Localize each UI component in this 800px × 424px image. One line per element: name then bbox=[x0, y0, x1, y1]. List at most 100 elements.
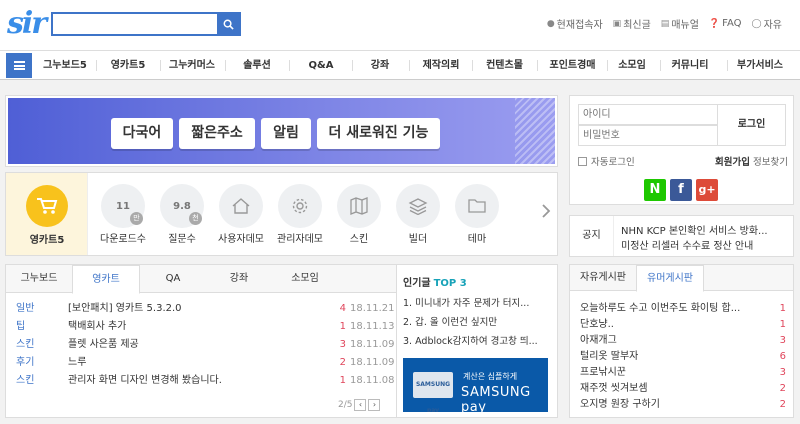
auto-login-checkbox[interactable]: 자동로그인 bbox=[578, 154, 635, 168]
nav-item[interactable]: Q&A bbox=[296, 51, 346, 80]
tab-qa[interactable]: QA bbox=[140, 265, 206, 293]
questions-stat[interactable]: 9.8 천 bbox=[160, 184, 204, 228]
banner-panel: 다국어 짧은주소 알림 더 새로워진 기능 bbox=[5, 95, 558, 167]
nav-item[interactable]: 컨텐츠몰 bbox=[477, 51, 532, 80]
row-count: 1 bbox=[339, 375, 346, 386]
document-icon: ▣ bbox=[612, 18, 622, 29]
item-count: 1 bbox=[779, 319, 786, 330]
tab-group[interactable]: 소모임 bbox=[272, 265, 338, 293]
nav-item[interactable]: 그누커머스 bbox=[165, 51, 219, 80]
nav-item[interactable]: 그누보드5 bbox=[40, 51, 90, 80]
featured-youngcart[interactable]: 영카트5 bbox=[6, 173, 88, 255]
row-date: 18.11.13 bbox=[350, 321, 395, 332]
item-title: 재주껏 씻겨보셈 bbox=[580, 383, 648, 394]
chevron-right-icon[interactable]: › bbox=[368, 399, 381, 411]
table-row[interactable]: 팁 택배회사 추가 1 18.11.13 bbox=[6, 318, 396, 336]
facebook-login-icon[interactable]: f bbox=[670, 179, 692, 201]
nav-divider bbox=[352, 60, 353, 71]
nav-item[interactable]: 솔루션 bbox=[232, 51, 282, 80]
password-input[interactable] bbox=[578, 125, 718, 146]
tab-gnuboard[interactable]: 그누보드 bbox=[6, 265, 72, 293]
site-header: sir ● 현재접속자 ▣ 최신글 ▤ 매뉴얼 ❓ FAQ ◯ 자유 bbox=[0, 0, 800, 50]
nav-item[interactable]: 강좌 bbox=[358, 51, 402, 80]
list-item[interactable]: 아재개그 3 bbox=[580, 333, 786, 349]
popular-item[interactable]: 1. 미니내가 자주 문제가 터지... bbox=[403, 295, 553, 309]
nav-item[interactable]: 커뮤니티 bbox=[665, 51, 715, 80]
popular-item[interactable]: 2. 갑. 올 이런건 싶지만 bbox=[403, 314, 553, 328]
row-category: 일반 bbox=[16, 303, 35, 314]
feature-banner[interactable]: 다국어 짧은주소 알림 더 새로워진 기능 bbox=[8, 98, 555, 164]
stat-unit-badge: 천 bbox=[189, 212, 202, 225]
toplink-latest[interactable]: ▣ 최신글 bbox=[612, 16, 651, 32]
item-count: 1 bbox=[779, 303, 786, 314]
table-row[interactable]: 스킨 관리자 화면 디자인 변경해 봤습니다. 1 18.11.08 bbox=[6, 372, 396, 390]
nav-item[interactable]: 부가서비스 bbox=[733, 51, 787, 80]
google-login-icon[interactable]: g+ bbox=[696, 179, 718, 201]
site-logo[interactable]: sir bbox=[7, 9, 47, 39]
list-item[interactable]: 프로낚시꾼 3 bbox=[580, 365, 786, 381]
naver-login-icon[interactable]: N bbox=[644, 179, 666, 201]
checkbox-box bbox=[578, 156, 587, 166]
top-links: ● 현재접속자 ▣ 최신글 ▤ 매뉴얼 ❓ FAQ ◯ 자유 bbox=[547, 16, 782, 31]
chevron-right-icon[interactable] bbox=[541, 203, 551, 223]
join-link[interactable]: 회원가입 bbox=[715, 154, 750, 168]
toplink-users[interactable]: ● 현재접속자 bbox=[547, 16, 603, 32]
notice-item[interactable]: NHN KCP 본인확인 서비스 방화... bbox=[621, 222, 789, 237]
list-item[interactable]: 오늘하루도 수고 이번주도 화이팅 합... 1 bbox=[580, 301, 786, 317]
popular-item[interactable]: 3. Adblock감지하여 경고창 띄... bbox=[403, 333, 553, 347]
layers-icon bbox=[408, 198, 428, 215]
theme-button[interactable] bbox=[455, 184, 499, 228]
chat-icon: ◯ bbox=[751, 18, 762, 29]
nav-item[interactable]: 제작의뢰 bbox=[415, 51, 467, 80]
chevron-left-icon[interactable]: ‹ bbox=[354, 399, 367, 411]
toplink-free[interactable]: ◯ 자유 bbox=[751, 16, 782, 32]
find-info-link[interactable]: 정보찾기 bbox=[753, 154, 788, 168]
search-icon bbox=[223, 19, 234, 30]
table-row[interactable]: 후기 느루 2 18.11.09 bbox=[6, 354, 396, 372]
tab-youngcart[interactable]: 영카트 bbox=[72, 265, 140, 294]
row-date: 18.11.21 bbox=[350, 303, 395, 314]
login-button[interactable]: 로그인 bbox=[717, 104, 786, 146]
list-item[interactable]: 털리옷 딸부자 6 bbox=[580, 349, 786, 365]
downloads-stat[interactable]: 11 만 bbox=[101, 184, 145, 228]
banner-button[interactable]: 다국어 bbox=[111, 118, 173, 149]
notice-item[interactable]: 미정산 리셀러 수수료 정산 안내 bbox=[621, 237, 789, 252]
banner-button[interactable]: 알림 bbox=[261, 118, 311, 149]
menu-button[interactable] bbox=[6, 53, 32, 78]
tab-free-board[interactable]: 자유게시판 bbox=[570, 265, 636, 291]
banner-button[interactable]: 짧은주소 bbox=[179, 118, 255, 149]
list-item[interactable]: 재주껏 씻겨보셈 2 bbox=[580, 381, 786, 397]
tab-humor-board[interactable]: 유머게시판 bbox=[636, 265, 704, 292]
item-count: 3 bbox=[779, 367, 786, 378]
admin-demo-button[interactable] bbox=[278, 184, 322, 228]
list-item[interactable]: 단호냥.. 1 bbox=[580, 317, 786, 333]
toplink-manual[interactable]: ▤ 매뉴얼 bbox=[661, 16, 699, 32]
list-item[interactable]: 오지명 원장 구하기 2 bbox=[580, 397, 786, 413]
hamburger-icon bbox=[13, 61, 25, 70]
row-date: 18.11.09 bbox=[350, 357, 395, 368]
nav-item[interactable]: 영카트5 bbox=[102, 51, 154, 80]
nav-item[interactable]: 소모임 bbox=[612, 51, 652, 80]
tab-lecture[interactable]: 강좌 bbox=[206, 265, 272, 293]
id-input[interactable] bbox=[578, 104, 718, 125]
nav-item[interactable]: 포인트경매 bbox=[541, 51, 604, 80]
skin-button[interactable] bbox=[337, 184, 381, 228]
item-count: 6 bbox=[779, 351, 786, 362]
row-count: 4 bbox=[339, 303, 346, 314]
toplink-faq[interactable]: ❓ FAQ bbox=[709, 16, 742, 31]
ad-card-image: SAMSUNG pay bbox=[413, 372, 453, 412]
toplink-label: 최신글 bbox=[623, 20, 651, 31]
samsung-pay-ad[interactable]: SAMSUNG pay 계산은 심플하게 SAMSUNG pay bbox=[403, 358, 548, 412]
table-row[interactable]: 스킨 플렛 사은품 제공 3 18.11.09 bbox=[6, 336, 396, 354]
free-board-tabs: 자유게시판 유머게시판 bbox=[570, 265, 793, 292]
item-title: 단호냥.. bbox=[580, 319, 614, 330]
builder-button[interactable] bbox=[396, 184, 440, 228]
table-row[interactable]: 일반 [보안패치] 영카트 5.3.2.0 4 18.11.21 bbox=[6, 300, 396, 318]
banner-button[interactable]: 더 새로워진 기능 bbox=[317, 118, 440, 149]
row-date: 18.11.08 bbox=[350, 375, 395, 386]
nav-divider bbox=[225, 60, 226, 71]
search-button[interactable] bbox=[217, 14, 239, 34]
nav-divider bbox=[409, 60, 410, 71]
search-input[interactable] bbox=[53, 14, 219, 34]
user-demo-button[interactable] bbox=[219, 184, 263, 228]
